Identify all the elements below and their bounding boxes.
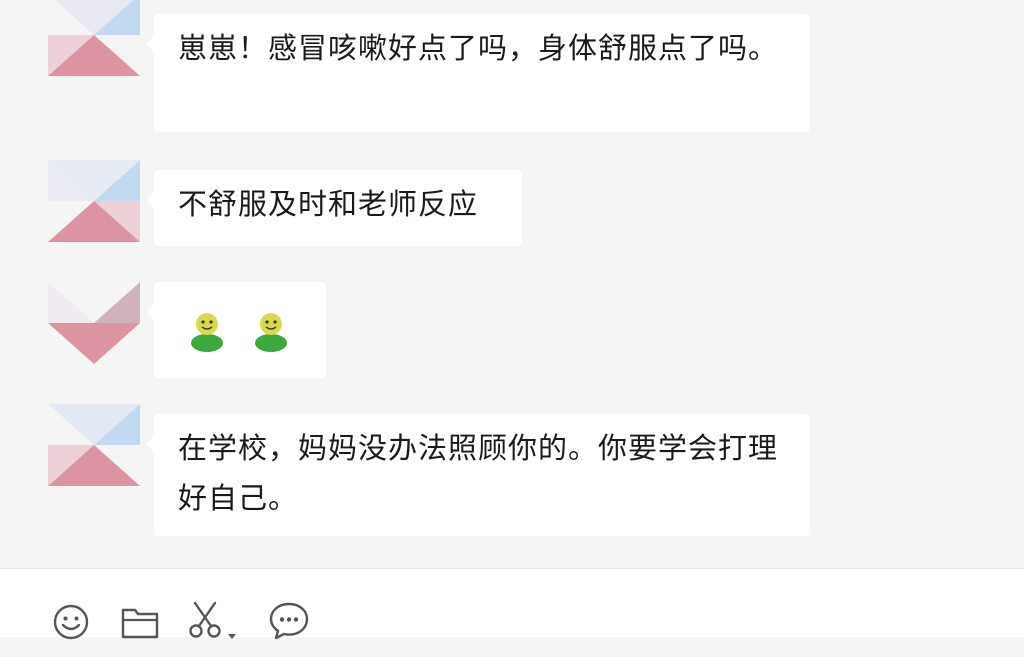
bubble-tail xyxy=(146,304,154,320)
folder-icon[interactable] xyxy=(120,603,160,643)
chevron-down-icon[interactable] xyxy=(226,617,238,657)
bubble-tail xyxy=(146,36,154,52)
message-bubble[interactable] xyxy=(146,282,326,378)
message-bubble[interactable]: 在学校，妈妈没办法照顾你的。你要学会打理好自己。 xyxy=(146,414,810,536)
message-text: 在学校，妈妈没办法照顾你的。你要学会打理好自己。 xyxy=(178,431,779,515)
message-text: 不舒服及时和老师反应 xyxy=(178,187,479,221)
message-text: 崽崽！感冒咳嗽好点了吗，身体舒服点了吗。 xyxy=(178,31,779,65)
chat-message-area[interactable]: 崽崽！感冒咳嗽好点了吗，身体舒服点了吗。 不舒服及时和老师反应 在学校，妈妈没办… xyxy=(0,0,1024,568)
bubble-tail xyxy=(146,192,154,208)
emoji-icon[interactable] xyxy=(52,602,90,642)
avatar[interactable] xyxy=(48,0,140,76)
chat-bubble-icon[interactable] xyxy=(268,601,310,641)
smiley-person-emoji xyxy=(191,313,223,352)
avatar[interactable] xyxy=(48,282,140,364)
avatar[interactable] xyxy=(48,160,140,242)
smiley-person-emoji xyxy=(255,313,287,352)
scissors-icon[interactable] xyxy=(188,601,224,641)
bubble-tail xyxy=(146,436,154,452)
avatar[interactable] xyxy=(48,404,140,486)
input-toolbar xyxy=(0,568,1024,640)
message-bubble[interactable]: 不舒服及时和老师反应 xyxy=(146,170,522,246)
message-bubble[interactable]: 崽崽！感冒咳嗽好点了吗，身体舒服点了吗。 xyxy=(146,14,810,132)
